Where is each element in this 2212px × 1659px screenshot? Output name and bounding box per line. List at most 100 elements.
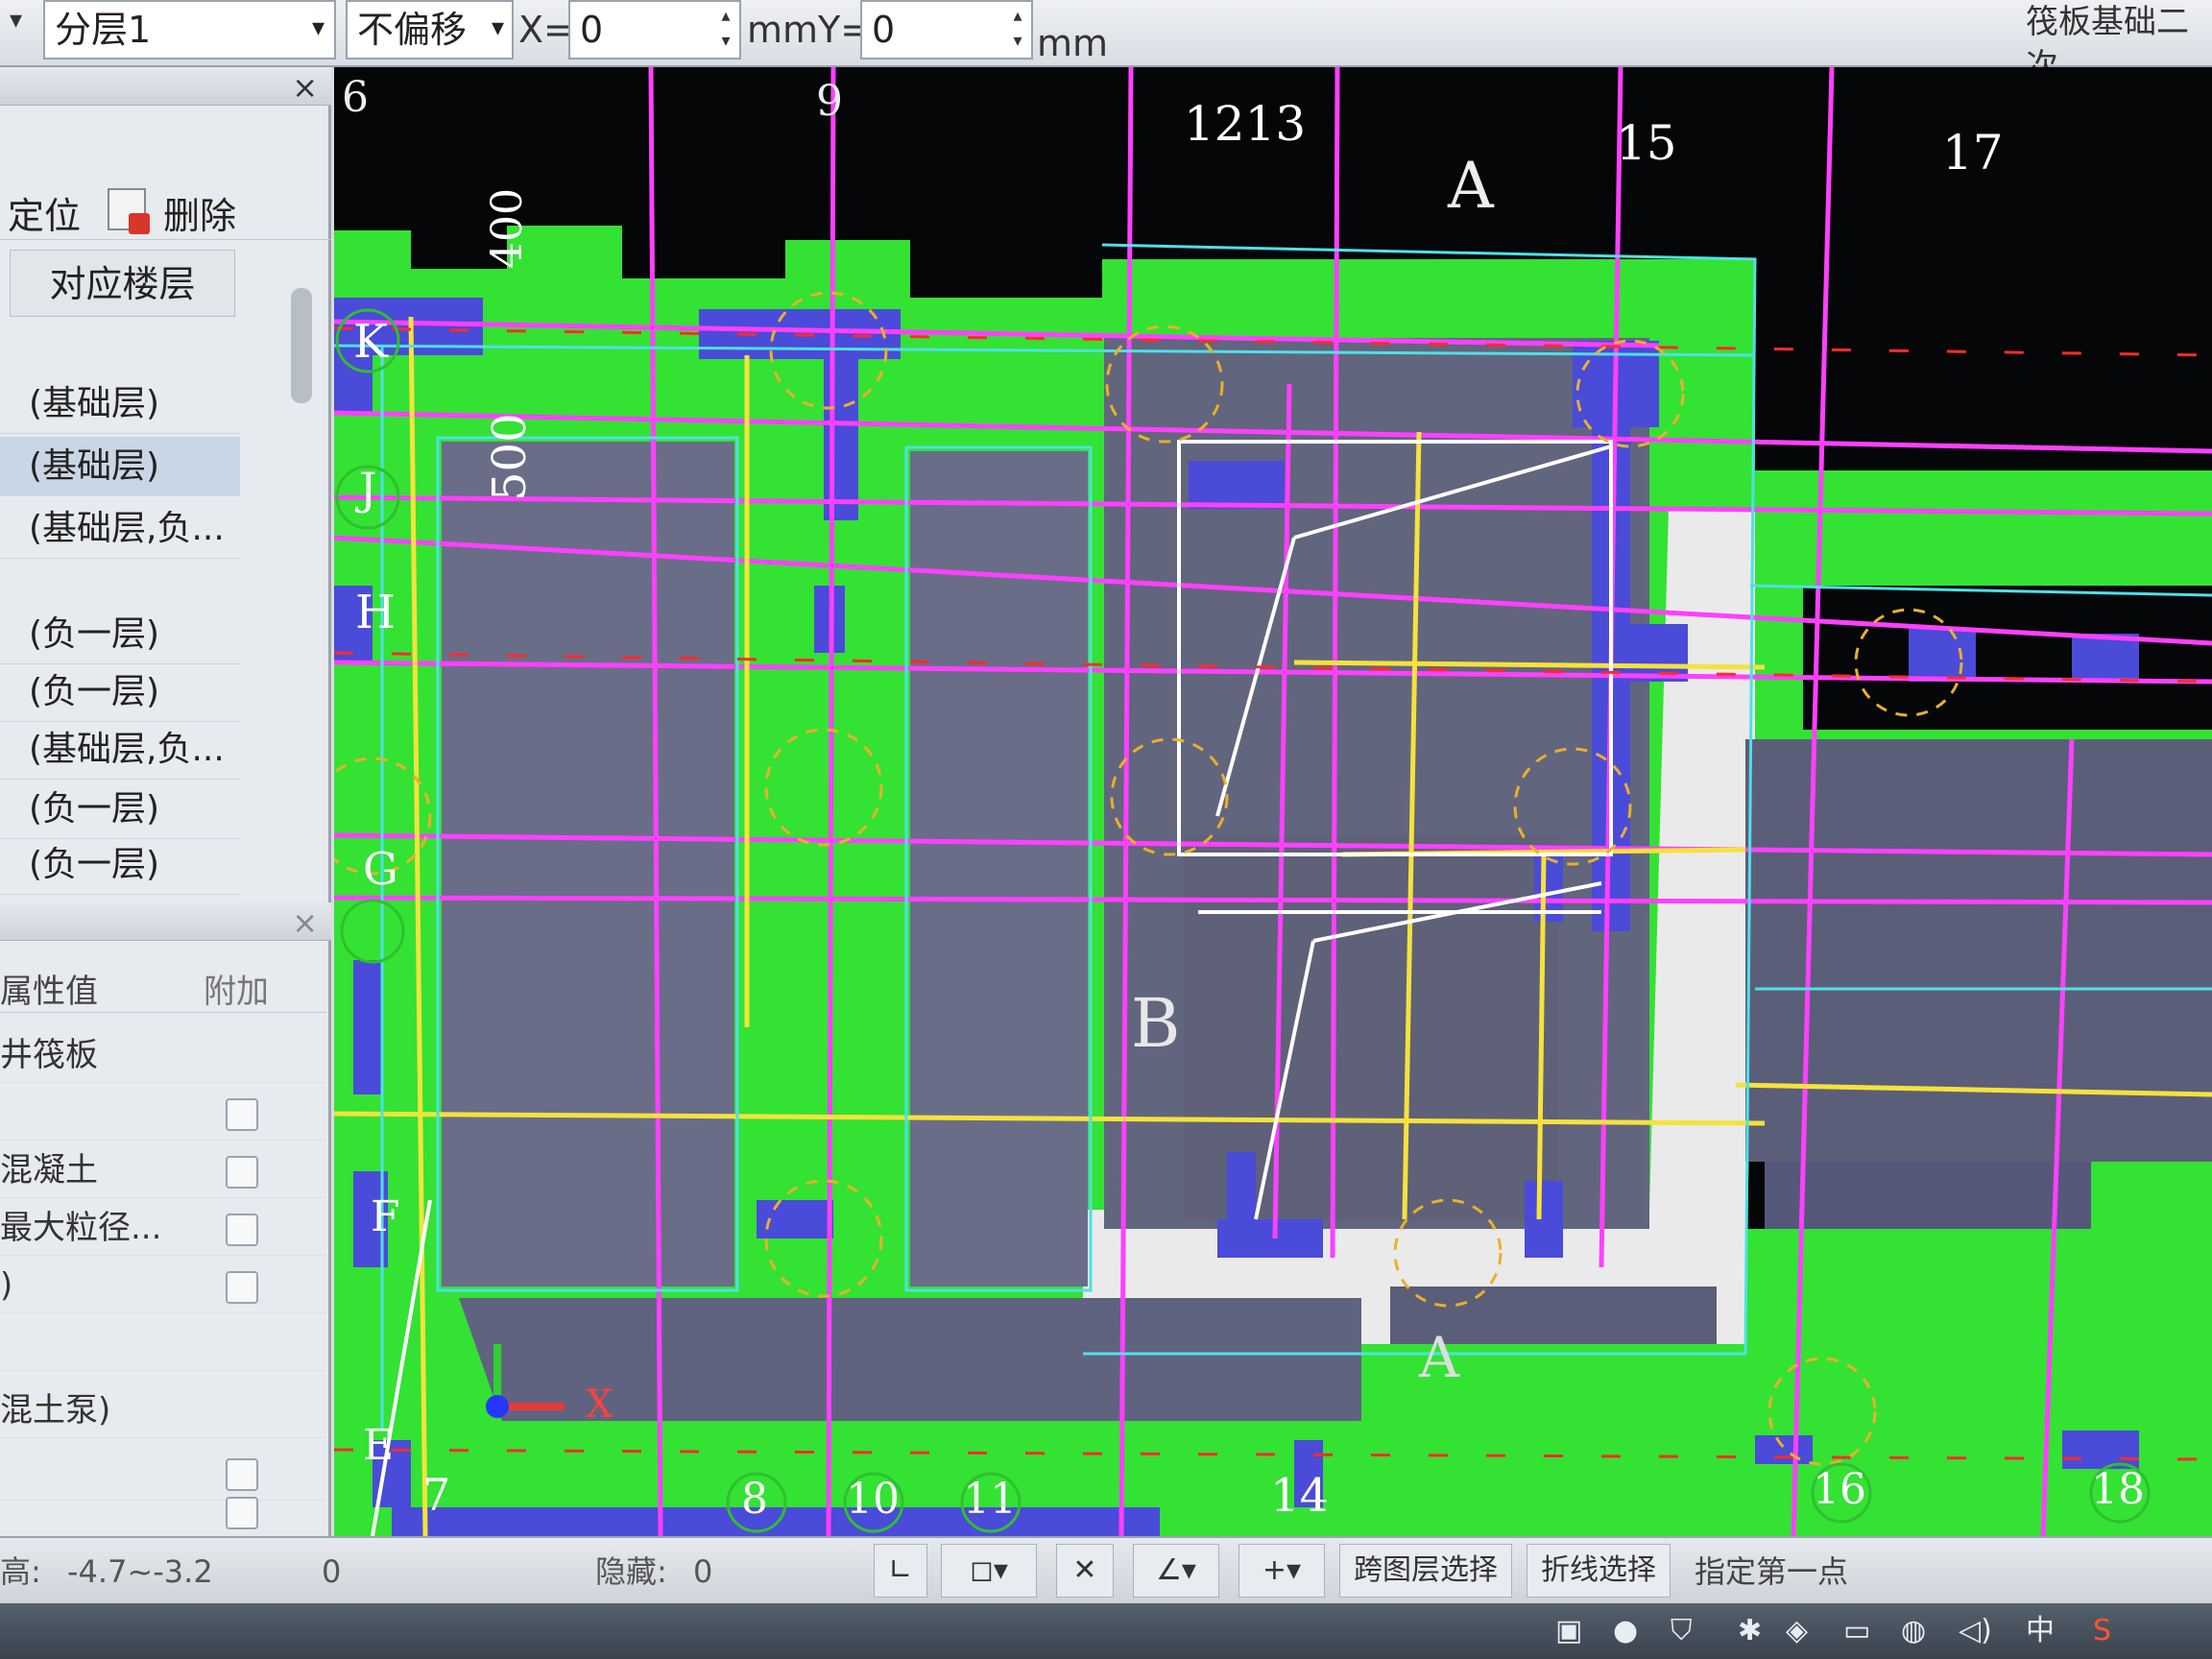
dynamic-input-icon: +▾ [1262, 1553, 1302, 1587]
network-icon[interactable]: ◍ [1901, 1613, 1926, 1649]
axis-label-left-g: G [363, 843, 398, 895]
property-row[interactable]: 混凝土 [0, 1142, 326, 1198]
axis-label-top-6: 6 [342, 73, 369, 122]
axis-label-bottom-8: 8 [741, 1475, 768, 1524]
cad-canvas[interactable]: 6 9 1213 15 17 7 8 10 11 14 16 18 K J H … [334, 67, 2212, 1536]
property-label: ) [0, 1266, 13, 1305]
axis-label-bottom-14: 14 [1270, 1469, 1330, 1523]
origin-point [486, 1395, 509, 1418]
snap-icon: ◻▾ [970, 1553, 1008, 1587]
user-tray-icon[interactable]: ● [1613, 1613, 1638, 1649]
cross-layer-select-button[interactable]: 跨图层选择 [1339, 1544, 1512, 1598]
shield-icon[interactable]: ⛉ [1671, 1613, 1693, 1649]
x-label: X= [518, 9, 574, 51]
axis-label-top-1213: 1213 [1184, 96, 1307, 152]
column-header-floor[interactable]: 对应楼层 [10, 250, 235, 317]
property-row[interactable]: 混土泵) [0, 1382, 326, 1438]
property-row[interactable] [0, 1483, 326, 1539]
status-zero: 0 [322, 1553, 342, 1590]
axis-label-bottom-11: 11 [963, 1475, 1017, 1524]
hidden-value: 0 [693, 1553, 713, 1590]
locate-button[interactable]: 定位 [8, 186, 81, 239]
y-label: mmY= [747, 9, 872, 51]
property-row[interactable]: 最大粒径... [0, 1200, 326, 1256]
zone-label-a-top: A [1448, 149, 1494, 223]
snap-button[interactable]: ◻▾ [941, 1544, 1037, 1598]
extra-checkbox[interactable] [226, 1497, 258, 1529]
elevation-value: -4.7~-3.2 [67, 1553, 213, 1590]
property-header: 属性值 附加 [0, 955, 326, 1013]
axis-label-left-j: J [359, 463, 377, 515]
elevation-label: 高: [0, 1553, 41, 1590]
security-icon[interactable]: ◈ [1786, 1613, 1808, 1649]
offset-select-value: 不偏移 [357, 9, 468, 51]
dimension-500: 500 [483, 413, 537, 501]
layer-panel-header: × [0, 67, 331, 106]
command-prompt: 指定第一点 [1695, 1553, 1849, 1590]
column-header-extra: 附加 [204, 973, 269, 1011]
drawing-svg[interactable] [334, 67, 2212, 1536]
bluetooth-icon[interactable]: ✱ [1738, 1613, 1762, 1649]
axis-label-bottom-18: 18 [2091, 1465, 2145, 1514]
dynamic-input-button[interactable]: +▾ [1238, 1544, 1325, 1598]
status-bar: 高: -4.7~-3.2 0 隐藏: 0 ∟ ◻▾ ✕ ∠▾ +▾ 跨图层选择 … [0, 1536, 2212, 1603]
axis-label-left-f: F [371, 1192, 400, 1241]
scrollbar-thumb[interactable] [291, 288, 312, 403]
axis-label-top-17: 17 [1942, 125, 2004, 180]
layer-row[interactable]: (基础层,负... [0, 720, 240, 780]
ime-indicator[interactable]: 中 [2026, 1613, 2055, 1649]
volume-icon[interactable]: ◁) [1959, 1613, 1992, 1649]
layer-row[interactable]: (负一层) [0, 662, 240, 722]
close-icon[interactable]: × [292, 904, 318, 941]
layer-panel-actions: 定位 删除 [0, 173, 331, 240]
extra-checkbox[interactable] [226, 1271, 258, 1304]
layer-row[interactable]: (负一层) [0, 605, 240, 664]
axis-label-left-h: H [355, 586, 396, 639]
chevron-down-icon: ▾ [491, 13, 504, 42]
x-spinner[interactable]: ▴ ▾ [714, 4, 737, 56]
layer-row[interactable]: (基础层) [0, 374, 240, 434]
property-row[interactable]: 井筏板 [0, 1027, 326, 1083]
axis-label-top-9: 9 [816, 77, 843, 126]
taskbar: ▣ ● ⛉ ✱ ◈ ▭ ◍ ◁) 中 S [0, 1603, 2212, 1659]
axis-label-top-15: 15 [1616, 115, 1677, 171]
y-spinner[interactable]: ▴ ▾ [1006, 4, 1029, 56]
layer-row[interactable]: (基础层) [0, 437, 240, 496]
app-tray-icon[interactable]: ▣ [1555, 1613, 1582, 1649]
property-label: 混凝土 [0, 1151, 98, 1190]
delete-button[interactable]: 删除 [163, 186, 236, 239]
extra-checkbox[interactable] [226, 1214, 258, 1246]
layer-row[interactable]: (负一层) [0, 780, 240, 839]
axis-label-bottom-10: 10 [846, 1475, 900, 1524]
battery-icon[interactable]: ▭ [1843, 1613, 1870, 1649]
top-toolbar: ▾ 分层1 ▾ 不偏移 ▾ X= 0 ▴ ▾ mmY= 0 ▴ ▾ mm 筏板基础二… [0, 0, 2212, 85]
left-panel: × 定位 删除 对应楼层 (基础层) (基础层) (基础层,负... (负一层) (负一… [0, 67, 331, 1539]
sogou-icon[interactable]: S [2093, 1613, 2111, 1649]
extra-checkbox[interactable] [226, 1098, 258, 1131]
axis-label-bottom-7: 7 [422, 1469, 451, 1521]
dimension-400: 400 [483, 188, 532, 269]
axis-label-left-k: K [353, 315, 388, 369]
ortho-button[interactable]: ∟ [874, 1544, 927, 1598]
zone-label-b: B [1131, 984, 1181, 1063]
close-icon[interactable]: × [292, 69, 318, 106]
property-row[interactable]: ) [0, 1258, 326, 1313]
property-panel-header: × [0, 902, 331, 941]
hidden-label: 隐藏: [595, 1553, 667, 1590]
property-label: 混土泵) [0, 1391, 111, 1430]
chevron-down-icon[interactable]: ▾ [10, 6, 22, 35]
layer-row[interactable]: (负一层) [0, 835, 240, 895]
grey-cell [1745, 739, 2212, 1162]
y-input-value: 0 [872, 9, 896, 51]
property-row[interactable] [0, 1085, 326, 1141]
offset-select[interactable]: 不偏移 ▾ [346, 0, 514, 60]
polyline-select-button[interactable]: 折线选择 [1527, 1544, 1671, 1598]
layer-row[interactable]: (基础层,负... [0, 499, 240, 559]
grey-cell [1765, 1162, 2091, 1229]
property-label: 井筏板 [0, 1036, 98, 1074]
extra-checkbox[interactable] [226, 1156, 258, 1189]
cross-snap-button[interactable]: ✕ [1056, 1544, 1114, 1598]
angle-button[interactable]: ∠▾ [1133, 1544, 1219, 1598]
property-row[interactable] [0, 1315, 326, 1371]
layer-select[interactable]: 分层1 ▾ [43, 0, 336, 60]
